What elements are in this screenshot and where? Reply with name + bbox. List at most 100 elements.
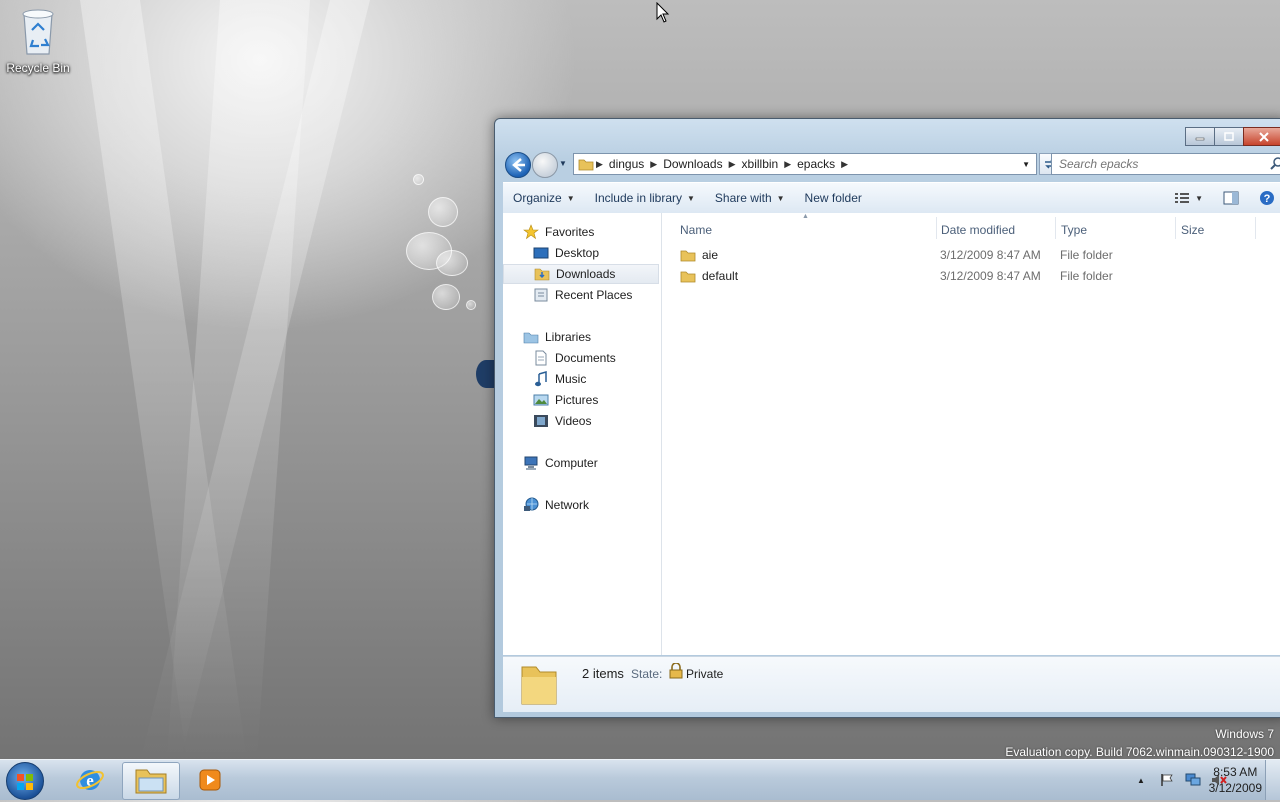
nav-videos[interactable]: Videos [533, 411, 591, 431]
search-input[interactable] [1052, 156, 1270, 172]
help-icon: ? [1260, 191, 1274, 205]
recent-pages-dropdown[interactable]: ▼ [559, 159, 567, 168]
folder-icon [680, 250, 696, 262]
column-header-type[interactable]: Type [1061, 223, 1087, 237]
nav-recent-places-label: Recent Places [555, 288, 633, 302]
nav-desktop[interactable]: Desktop [533, 243, 599, 263]
share-with-button[interactable]: Share with ▼ [705, 191, 795, 205]
forward-button[interactable] [532, 152, 558, 178]
show-desktop-button[interactable] [1265, 760, 1280, 800]
close-button[interactable] [1243, 127, 1280, 146]
recycle-bin-label: Recycle Bin [6, 61, 70, 75]
nav-network[interactable]: Network [523, 495, 589, 515]
bubble [432, 284, 460, 310]
navigation-pane: Favorites Desktop Downloads Recent Place… [503, 213, 662, 655]
nav-downloads[interactable]: Downloads [503, 264, 659, 284]
breadcrumb-downloads[interactable]: Downloads [663, 157, 722, 171]
item-count: 2 items [582, 666, 624, 681]
search-icon[interactable] [1270, 157, 1280, 171]
breadcrumb-separator-icon: ▶ [650, 158, 658, 169]
nav-computer-label: Computer [545, 456, 598, 470]
start-button[interactable] [6, 762, 44, 800]
nav-favorites[interactable]: Favorites [523, 222, 594, 242]
taskbar-clock[interactable]: 8:53 AM 3/12/2009 [1209, 764, 1262, 796]
state-value: Private [686, 667, 724, 681]
clock-time: 8:53 AM [1213, 765, 1258, 779]
nav-downloads-label: Downloads [556, 267, 616, 281]
column-header-size[interactable]: Size [1181, 223, 1204, 237]
maximize-icon [1224, 132, 1234, 141]
change-view-button[interactable]: ▼ [1164, 192, 1213, 204]
mouse-cursor-icon [656, 2, 670, 23]
breadcrumb-xbillbin[interactable]: xbillbin [742, 157, 779, 171]
include-in-library-button[interactable]: Include in library ▼ [585, 191, 705, 205]
file-date: 3/12/2009 8:47 AM [940, 248, 1041, 262]
breadcrumb-epacks[interactable]: epacks [797, 157, 835, 171]
details-pane: 2 items State: Private [503, 656, 1280, 712]
address-bar[interactable]: ▶ dingus ▶ Downloads ▶ xbillbin ▶ epacks… [573, 153, 1037, 175]
maximize-button[interactable] [1214, 127, 1244, 146]
recent-places-icon [534, 288, 548, 302]
address-dropdown-icon[interactable]: ▼ [1022, 160, 1030, 169]
column-divider[interactable] [1255, 217, 1256, 239]
chevron-up-icon: ▲ [1137, 775, 1145, 785]
show-hidden-icons-button[interactable]: ▲ [1133, 772, 1149, 788]
nav-music-label: Music [555, 372, 587, 386]
network-status-icon [1185, 773, 1201, 786]
file-row[interactable]: aie 3/12/2009 8:47 AM File folder [680, 245, 1280, 265]
taskbar-media-player[interactable] [182, 762, 238, 798]
back-button[interactable] [505, 152, 531, 178]
column-header-name[interactable]: Name [680, 223, 712, 237]
new-folder-button[interactable]: New folder [795, 191, 872, 205]
help-button[interactable]: ? [1249, 190, 1280, 206]
breadcrumb-separator-icon: ▶ [841, 158, 849, 169]
minimize-button[interactable] [1185, 127, 1215, 146]
chevron-down-icon: ▼ [566, 193, 575, 203]
nav-desktop-label: Desktop [555, 246, 600, 260]
lock-icon [669, 663, 683, 679]
close-icon [1259, 131, 1269, 142]
computer-icon [524, 456, 538, 470]
sort-indicator-icon: ▲ [802, 213, 809, 220]
chevron-down-icon: ▼ [1195, 193, 1203, 203]
recycle-bin-shortcut[interactable]: Recycle Bin [4, 6, 72, 75]
organize-button[interactable]: Organize ▼ [503, 191, 585, 205]
nav-libraries[interactable]: Libraries [523, 327, 591, 347]
network-icon [524, 497, 539, 511]
column-divider[interactable] [1175, 217, 1176, 239]
file-name: default [702, 269, 739, 283]
chevron-down-icon: ▼ [687, 193, 695, 203]
nav-pictures[interactable]: Pictures [533, 390, 598, 410]
nav-recent-places[interactable]: Recent Places [533, 285, 632, 305]
breadcrumb-separator-icon: ▶ [596, 158, 603, 169]
windows-logo-icon [17, 774, 33, 790]
caption-buttons [1185, 127, 1280, 146]
file-name: aie [702, 248, 719, 262]
folder-icon [578, 159, 594, 171]
pictures-icon [533, 394, 549, 406]
nav-music[interactable]: Music [533, 369, 586, 389]
nav-documents-label: Documents [555, 351, 616, 365]
breadcrumb-dingus[interactable]: dingus [609, 157, 644, 171]
minimize-icon [1195, 137, 1205, 140]
nav-documents[interactable]: Documents [533, 348, 616, 368]
preview-pane-button[interactable] [1213, 191, 1249, 205]
nav-videos-label: Videos [555, 414, 592, 428]
taskbar-windows-explorer[interactable] [122, 762, 180, 800]
column-divider[interactable] [936, 217, 937, 239]
desktop-icon [533, 247, 549, 259]
watermark-line1: Windows 7 [1215, 727, 1274, 741]
clock-date: 3/12/2009 [1208, 781, 1262, 795]
large-folder-icon [521, 666, 557, 705]
file-list: ▲ Name Date modified Type Size aie 3/12/… [662, 213, 1280, 655]
column-divider[interactable] [1055, 217, 1056, 239]
file-row[interactable]: default 3/12/2009 8:47 AM File folder [680, 266, 1280, 286]
nav-computer[interactable]: Computer [523, 453, 598, 473]
taskbar-internet-explorer[interactable]: e [62, 762, 118, 798]
navigation-bar: ▼ ▶ dingus ▶ Downloads ▶ xbillbin ▶ epac… [503, 151, 1280, 178]
network-tray-icon[interactable] [1185, 772, 1201, 788]
column-header-date-modified[interactable]: Date modified [941, 223, 1015, 237]
bubble [436, 250, 468, 276]
action-center-icon[interactable] [1159, 772, 1175, 788]
nav-pictures-label: Pictures [555, 393, 599, 407]
